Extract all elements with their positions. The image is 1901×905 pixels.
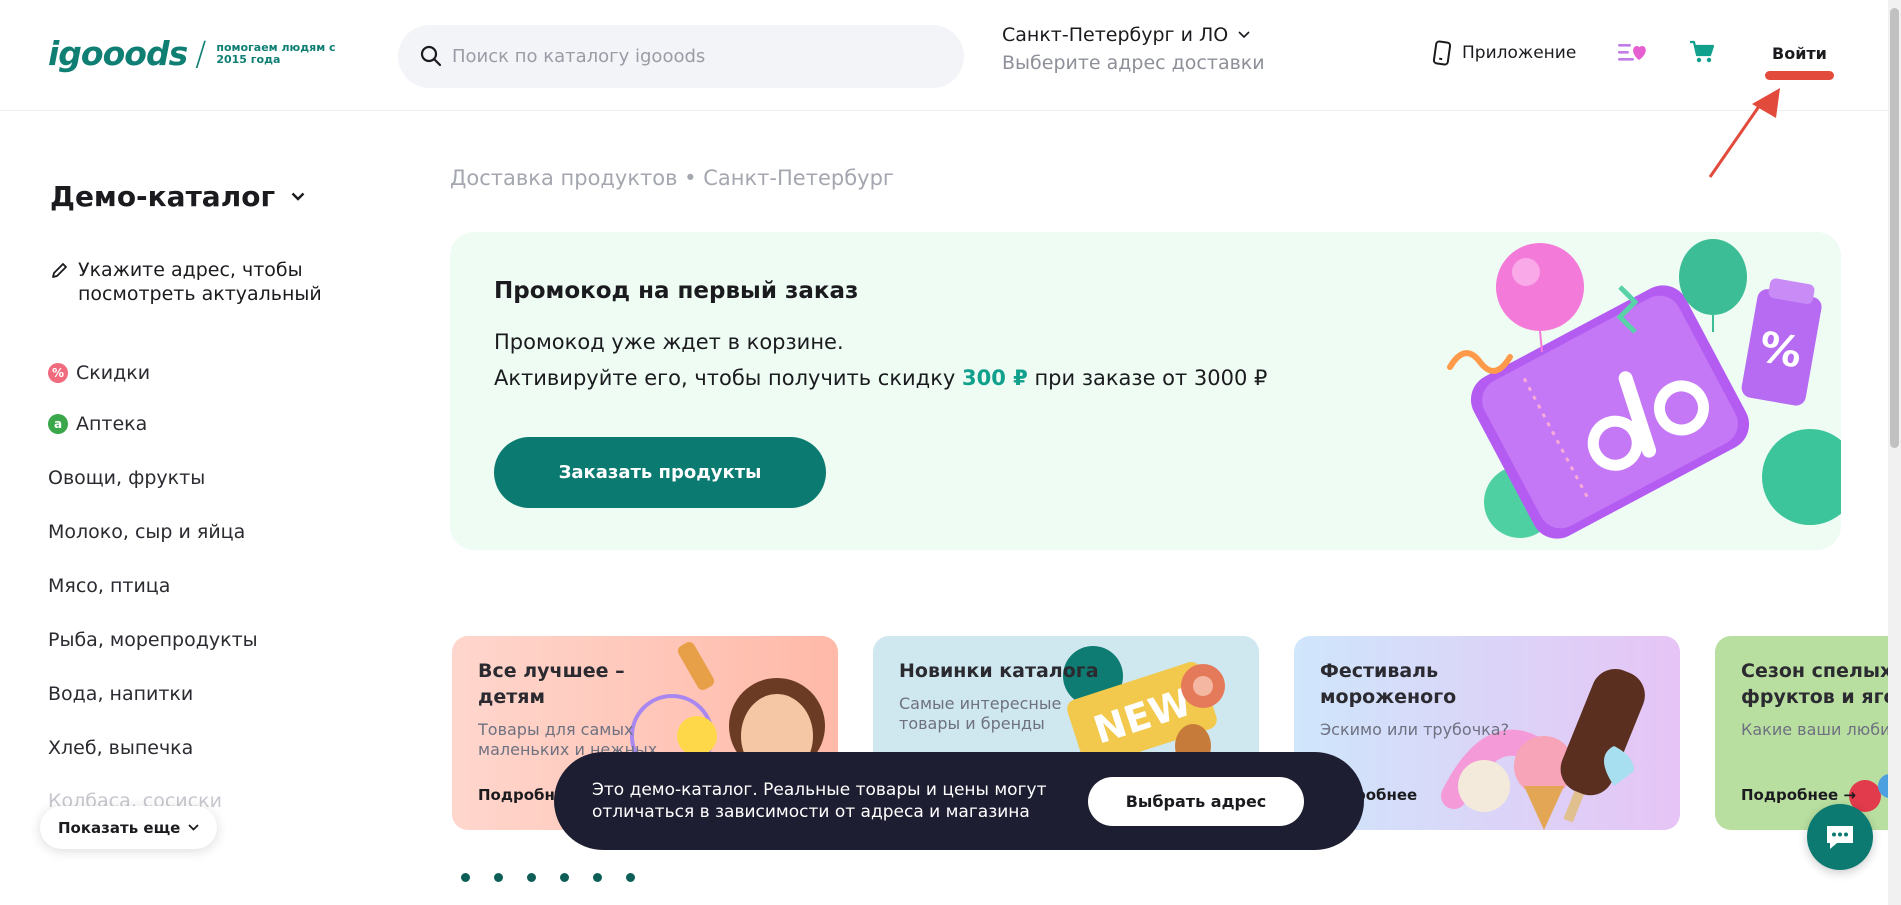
promo-description: Промокод уже ждет в корзине. Активируйте… <box>494 330 1268 390</box>
carousel-dot[interactable] <box>626 873 635 882</box>
address-prompt-text: Укажите адрес, чтобы посмотреть актуальн… <box>78 259 322 305</box>
catalog-selector[interactable]: Демо-каталог <box>50 180 305 213</box>
address-prompt[interactable]: Укажите адрес, чтобы посмотреть актуальн… <box>50 258 340 306</box>
logo-tagline: помогаем людям с 2015 года <box>216 40 336 66</box>
sidebar-item-fish[interactable]: Рыба, морепродукты <box>48 629 258 651</box>
carousel-dot[interactable] <box>494 873 503 882</box>
sidebar-item-label: Скидки <box>76 362 151 384</box>
sidebar-item-discounts[interactable]: % Скидки <box>48 362 150 384</box>
card-subtitle: Самые интересные товары и бренды <box>899 694 1062 733</box>
app-link-label: Приложение <box>1462 43 1577 63</box>
breadcrumb: Доставка продуктов • Санкт-Петербург <box>450 166 894 190</box>
sidebar-item-bread[interactable]: Хлеб, выпечка <box>48 737 193 759</box>
logo[interactable]: igooods / помогаем людям с 2015 года <box>48 34 346 73</box>
carousel-dot[interactable] <box>560 873 569 882</box>
card-subtitle: Какие ваши любимые? <box>1741 720 1901 739</box>
svg-text:%: % <box>1756 322 1806 378</box>
favorites-list-heart-icon <box>1618 44 1646 61</box>
delivery-address-hint[interactable]: Выберите адрес доставки <box>1002 52 1265 74</box>
card-subtitle: Эскимо или трубочка? <box>1320 720 1510 739</box>
show-more-button[interactable]: Показать еще <box>40 806 218 849</box>
login-button[interactable]: Войти <box>1772 44 1827 63</box>
carousel-dot[interactable] <box>593 873 602 882</box>
carousel-dot[interactable] <box>461 873 470 882</box>
card-title: Новинки каталога <box>899 660 1099 682</box>
chevron-down-icon <box>188 824 199 831</box>
scrollbar-thumb[interactable] <box>1890 8 1899 448</box>
search-input[interactable] <box>450 25 940 88</box>
scrollbar[interactable] <box>1888 0 1901 905</box>
sidebar-item-meat[interactable]: Мясо, птица <box>48 575 170 597</box>
app-link[interactable]: Приложение <box>1432 40 1576 66</box>
sidebar-item-label: Аптека <box>76 413 148 435</box>
city-selector[interactable]: Санкт-Петербург и ЛО Выберите адрес дост… <box>1002 24 1265 74</box>
promo-card-fruits[interactable]: Сезон спелых фруктов и ягод Какие ваши л… <box>1715 636 1901 830</box>
header: igooods / помогаем людям с 2015 года Сан… <box>0 0 1901 111</box>
cart-icon <box>1690 40 1715 63</box>
cart-button[interactable] <box>1689 40 1715 68</box>
sidebar-item-vegetables[interactable]: Овощи, фрукты <box>48 467 205 489</box>
carousel-dot[interactable] <box>527 873 536 882</box>
card-more-link[interactable]: Подробнее → <box>1741 786 1856 804</box>
promo-title: Промокод на первый заказ <box>494 278 859 304</box>
carousel-dots <box>461 873 635 882</box>
card-title: Сезон спелых фруктов и ягод <box>1741 660 1901 708</box>
discount-badge-icon: % <box>48 363 68 383</box>
smartphone-icon <box>1432 40 1452 66</box>
pharmacy-badge-icon: а <box>48 414 68 434</box>
search-icon <box>420 45 442 67</box>
chat-button[interactable] <box>1807 804 1873 870</box>
chat-bubble-icon <box>1827 826 1853 849</box>
order-products-button[interactable]: Заказать продукты <box>494 437 826 508</box>
promo-amount: 300 ₽ <box>962 366 1028 390</box>
promo-coupon-illustration: % <box>1447 239 1841 539</box>
logo-wordmark: igooods <box>48 34 188 73</box>
choose-address-button[interactable]: Выбрать адрес <box>1088 777 1304 826</box>
card-title: Фестиваль мороженого <box>1320 660 1457 708</box>
favorites-button[interactable] <box>1616 40 1648 70</box>
annotation-underline <box>1765 71 1834 80</box>
sidebar-item-pharmacy[interactable]: а Аптека <box>48 413 147 435</box>
catalog-title: Демо-каталог <box>50 180 276 213</box>
annotation-arrow-icon <box>1708 88 1780 178</box>
sidebar-item-drinks[interactable]: Вода, напитки <box>48 683 193 705</box>
city-name: Санкт-Петербург и ЛО <box>1002 24 1229 46</box>
promo-banner: Промокод на первый заказ Промокод уже жд… <box>450 232 1841 550</box>
logo-divider: / <box>195 34 207 73</box>
toast-message: Это демо-каталог. Реальные товары и цены… <box>592 780 1047 822</box>
card-title: Все лучшее – детям <box>478 660 625 708</box>
demo-catalog-toast: Это демо-каталог. Реальные товары и цены… <box>554 752 1364 850</box>
sidebar-item-dairy[interactable]: Молоко, сыр и яйца <box>48 521 245 543</box>
chevron-down-icon <box>1238 31 1250 39</box>
pencil-icon <box>52 263 67 278</box>
chevron-down-icon <box>291 192 305 201</box>
search-bar[interactable] <box>398 25 964 88</box>
